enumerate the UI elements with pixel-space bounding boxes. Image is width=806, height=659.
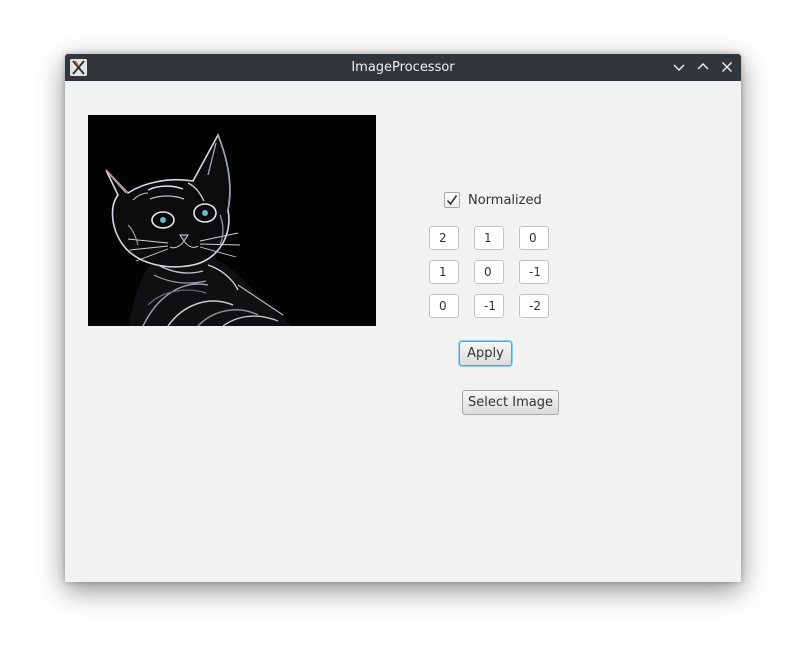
- checkmark-icon: [446, 195, 458, 206]
- main-content: Normalized Apply Select Image: [65, 81, 741, 582]
- window-title: ImageProcessor: [351, 60, 455, 75]
- select-image-button[interactable]: Select Image: [462, 390, 559, 415]
- image-view: [88, 115, 376, 326]
- kitten-photo: [88, 115, 376, 326]
- kernel-cell-0-0[interactable]: [429, 226, 459, 250]
- minimize-button[interactable]: [670, 58, 688, 76]
- chevron-down-icon: [673, 64, 685, 71]
- kernel-cell-1-1[interactable]: [474, 260, 504, 284]
- close-icon: [722, 62, 732, 72]
- normalized-option[interactable]: Normalized: [444, 191, 542, 209]
- normalized-checkbox[interactable]: [444, 192, 460, 208]
- normalized-label: Normalized: [468, 192, 542, 208]
- kernel-cell-2-0[interactable]: [429, 294, 459, 318]
- chevron-up-icon: [697, 63, 709, 70]
- kernel-cell-0-2[interactable]: [519, 226, 549, 250]
- kernel-cell-2-1[interactable]: [474, 294, 504, 318]
- application-window: ImageProcessor Normalized 2 1 0 1 0 -1 0…: [65, 54, 741, 582]
- close-button[interactable]: [718, 58, 736, 76]
- kernel-cell-2-2[interactable]: [519, 294, 549, 318]
- kernel-cell-1-2[interactable]: [519, 260, 549, 284]
- title-bar[interactable]: ImageProcessor: [65, 54, 741, 81]
- kernel-cell-0-1[interactable]: [474, 226, 504, 250]
- apply-button[interactable]: Apply: [459, 341, 512, 366]
- maximize-button[interactable]: [694, 58, 712, 76]
- kernel-cell-1-0[interactable]: [429, 260, 459, 284]
